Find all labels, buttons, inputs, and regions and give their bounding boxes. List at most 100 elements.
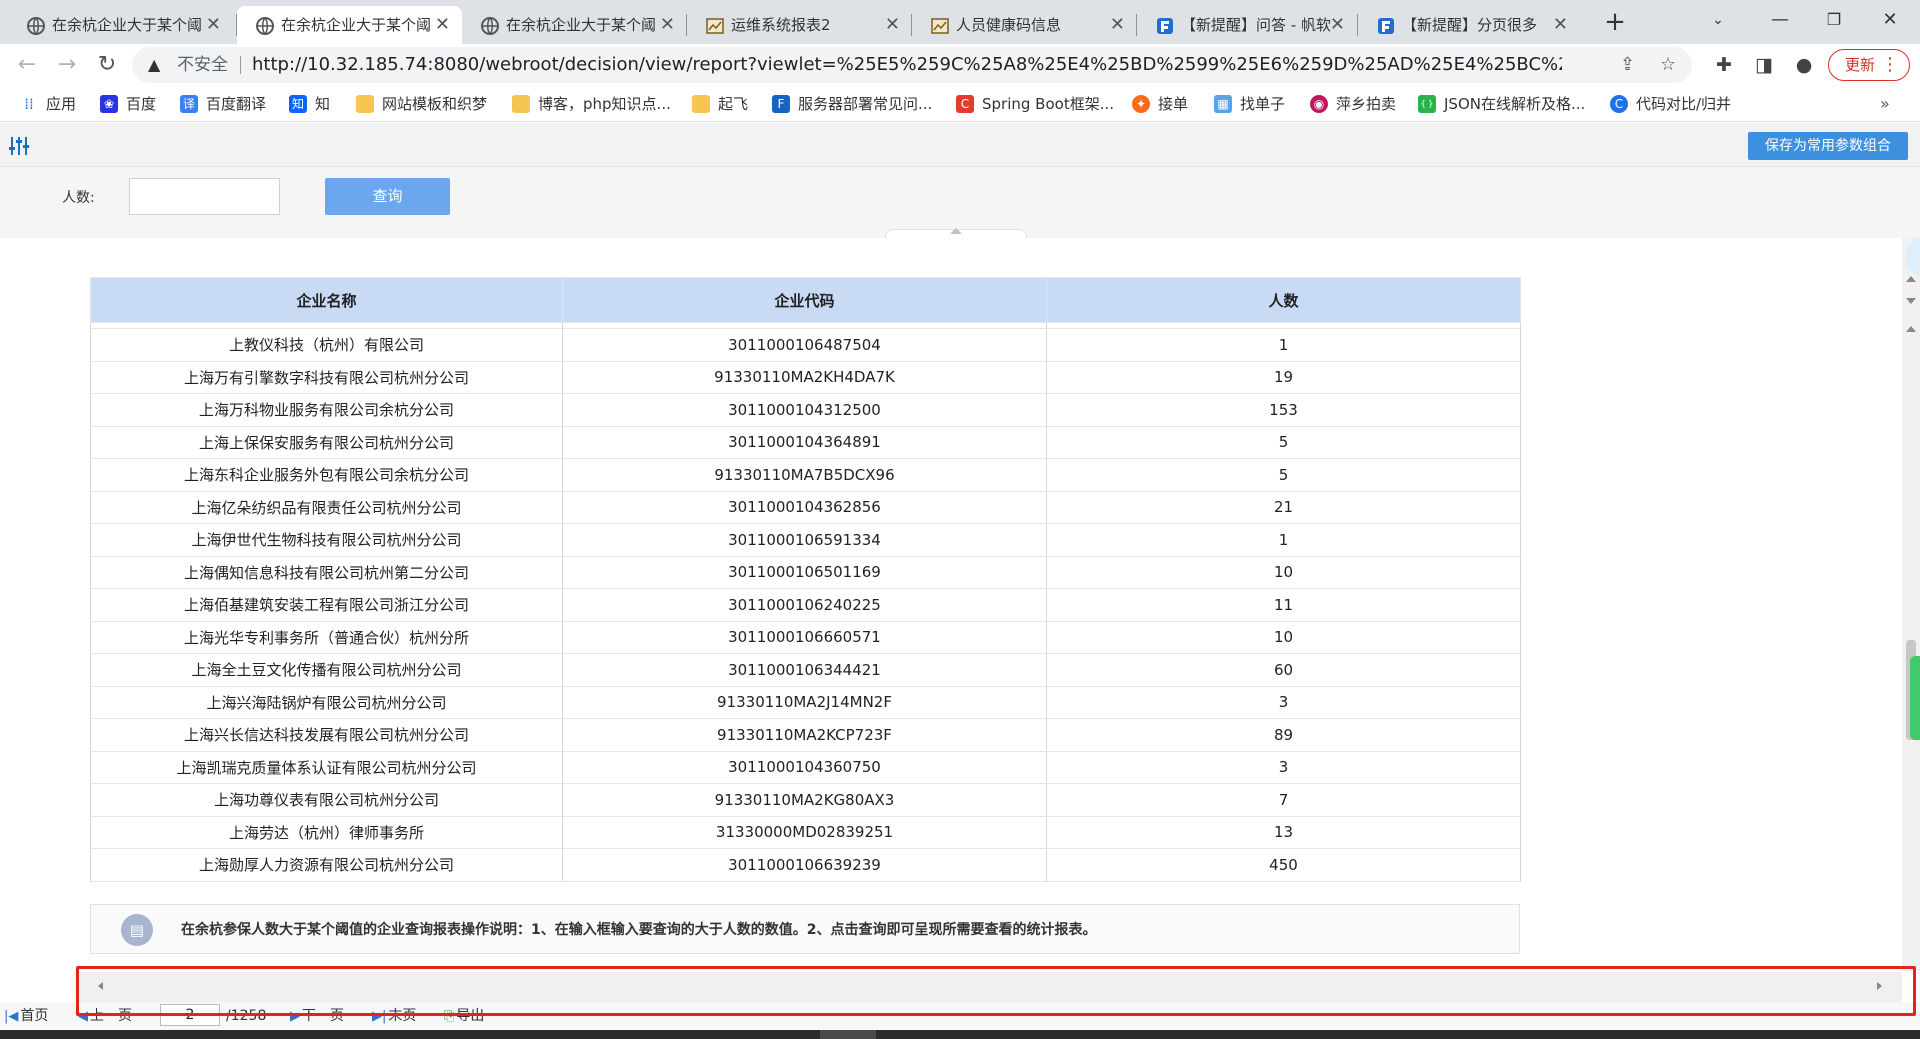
bookmark-label: 网站模板和织梦 — [382, 95, 488, 113]
update-button[interactable]: 更新 ⋮ — [1828, 49, 1910, 81]
reload-button[interactable]: ↻ — [90, 48, 124, 82]
bookmark-server-deploy[interactable]: F 服务器部署常见问... — [772, 86, 932, 122]
browser-tab-5[interactable]: 人员健康码信息 ✕ — [912, 6, 1137, 44]
browser-tab-1[interactable]: 在余杭企业大于某个阈 ✕ — [8, 6, 233, 44]
forward-button[interactable]: → — [50, 48, 84, 82]
browser-tab-6[interactable]: 【新提醒】问答 - 帆软 ✕ — [1137, 6, 1357, 44]
address-bar[interactable]: ▲ 不安全 http://10.32.185.74:8080/webroot/d… — [132, 47, 1692, 83]
folder-icon — [512, 95, 530, 113]
table-row: 上海兴海陆锅炉有限公司杭州分公司 91330110MA2J14MN2F 3 — [90, 686, 1521, 719]
side-panel-icon[interactable]: ◨ — [1748, 48, 1780, 82]
close-icon[interactable]: ✕ — [435, 6, 450, 44]
company-code-cell: 3011000104364891 — [562, 426, 1047, 459]
bookmark-translate[interactable]: 译百度翻译 — [180, 86, 266, 122]
baidu-icon: ❀ — [100, 95, 118, 113]
sliders-icon[interactable] — [8, 135, 30, 157]
close-icon[interactable]: ✕ — [885, 6, 900, 44]
bookmark-folder-takeoff[interactable]: 起飞 — [692, 86, 748, 122]
diff-icon: C — [1610, 95, 1628, 113]
back-button[interactable]: ← — [10, 48, 44, 82]
browser-tab-3[interactable]: 在余杭企业大于某个阈 ✕ — [462, 6, 687, 44]
company-name-cell: 上海偶知信息科技有限公司杭州第二分公司 — [90, 556, 563, 589]
bookmark-diff[interactable]: C 代码对比/归并 — [1610, 86, 1731, 122]
headcount-cell: 5 — [1046, 426, 1521, 459]
bookmark-orders[interactable]: ✦ 接单 — [1132, 86, 1188, 122]
company-name-cell: 上海全土豆文化传播有限公司杭州分公司 — [90, 653, 563, 687]
close-icon[interactable]: ✕ — [1110, 6, 1125, 44]
company-code-cell: 91330110MA7B5DCX96 — [562, 458, 1047, 492]
insecure-label[interactable]: 不安全 — [177, 47, 228, 83]
company-code-cell: 3011000106639239 — [562, 848, 1047, 882]
headcount-cell: 10 — [1046, 556, 1521, 589]
query-button[interactable]: 查询 — [325, 178, 450, 215]
report-table: 企业名称 企业代码 人数 上教仪科技（杭州）有限公司 30110001064875… — [90, 277, 1521, 882]
close-icon[interactable]: ✕ — [660, 6, 675, 44]
table-row: 上海伊世代生物科技有限公司杭州分公司 3011000106591334 1 — [90, 523, 1521, 557]
tab-title: 在余杭企业大于某个阈 — [506, 16, 657, 34]
table-row: 上海兴长信达科技发展有限公司杭州分公司 91330110MA2KCP723F 89 — [90, 718, 1521, 752]
headcount-cell: 10 — [1046, 621, 1521, 654]
table-row: 上海劳达（杭州）律师事务所 31330000MD02839251 13 — [90, 816, 1521, 849]
tab-title: 【新提醒】问答 - 帆软 — [1181, 16, 1331, 34]
bookmark-folder-blog[interactable]: 博客，php知识点... — [512, 86, 671, 122]
finereport-icon: F — [772, 95, 790, 113]
bookmark-spring-boot[interactable]: C Spring Boot框架... — [956, 86, 1114, 122]
browser-tab-4[interactable]: 运维系统报表2 ✕ — [687, 6, 912, 44]
bookmark-find-jobs[interactable]: ▦ 找单子 — [1214, 86, 1285, 122]
company-name-cell: 上海万有引擎数字科技有限公司杭州分公司 — [90, 361, 563, 394]
bookmark-apps[interactable]: ⁞⁞ 应用 — [20, 86, 76, 122]
bookmark-auction[interactable]: ◉ 萍乡拍卖 — [1310, 86, 1396, 122]
table-row: 上海全土豆文化传播有限公司杭州分公司 3011000106344421 60 — [90, 653, 1521, 687]
restore-button[interactable]: ❐ — [1806, 0, 1862, 40]
headcount-cell: 5 — [1046, 458, 1521, 492]
headcount-cell: 3 — [1046, 686, 1521, 719]
vertical-scrollbar[interactable] — [1902, 238, 1920, 971]
browser-tab-7[interactable]: 【新提醒】分页很多 ✕ — [1358, 6, 1580, 44]
bookmark-baidu[interactable]: ❀ 百度 — [100, 86, 156, 122]
table-row: 上海东科企业服务外包有限公司余杭分公司 91330110MA7B5DCX96 5 — [90, 458, 1521, 492]
profile-icon[interactable]: ● — [1788, 48, 1820, 82]
scroll-up-icon[interactable] — [1906, 276, 1916, 282]
extensions-icon[interactable]: ✚ — [1708, 48, 1740, 82]
bookmark-label: 应用 — [46, 95, 77, 113]
minimize-button[interactable]: — — [1752, 0, 1808, 40]
bookmark-folder-templates[interactable]: 网站模板和织梦 — [356, 86, 487, 122]
table-row: 上教仪科技（杭州）有限公司 3011000106487504 1 — [90, 328, 1521, 362]
table-row: 上海上保保安服务有限公司杭州分公司 3011000104364891 5 — [90, 426, 1521, 459]
scroll-down-icon[interactable] — [1906, 298, 1916, 304]
bookmarks-overflow-icon[interactable]: » — [1880, 86, 1890, 122]
tab-title: 在余杭企业大于某个阈 — [52, 16, 203, 34]
bookmark-zhihu[interactable]: 知知 — [289, 86, 330, 122]
close-icon[interactable]: ✕ — [1330, 6, 1345, 44]
scroll-up-icon[interactable] — [1906, 326, 1916, 332]
browser-tab-2-active[interactable]: 在余杭企业大于某个阈 ✕ — [237, 6, 462, 44]
close-icon[interactable]: ✕ — [1553, 6, 1568, 44]
bookmark-json[interactable]: { } JSON在线解析及格... — [1418, 86, 1585, 122]
bookmark-label: 接单 — [1158, 95, 1189, 113]
translate-icon: 译 — [180, 95, 198, 113]
close-window-button[interactable]: ✕ — [1862, 0, 1918, 40]
save-param-combo-button[interactable]: 保存为常用参数组合 — [1748, 132, 1908, 160]
first-page-icon: |◀ — [4, 1009, 19, 1024]
company-name-cell: 上海凯瑞克质量体系认证有限公司杭州分公司 — [90, 751, 563, 784]
share-icon[interactable]: ⇪ — [1620, 47, 1635, 83]
close-icon[interactable]: ✕ — [206, 6, 221, 44]
table-row: 上海光华专利事务所（普通合伙）杭州分所 3011000106660571 10 — [90, 621, 1521, 654]
tab-title: 【新提醒】分页很多 — [1402, 16, 1538, 34]
company-name-cell: 上教仪科技（杭州）有限公司 — [90, 328, 563, 362]
star-icon[interactable]: ☆ — [1660, 47, 1676, 83]
first-page-button[interactable]: |◀ 首页 — [4, 1002, 48, 1031]
bookmark-label: JSON在线解析及格... — [1444, 95, 1586, 113]
json-icon: { } — [1418, 95, 1436, 113]
count-input[interactable] — [129, 178, 280, 215]
url-text[interactable]: http://10.32.185.74:8080/webroot/decisio… — [252, 47, 1562, 83]
side-floating-tab[interactable] — [1910, 656, 1920, 740]
bookmark-label: 百度 — [126, 95, 157, 113]
table-row: 上海偶知信息科技有限公司杭州第二分公司 3011000106501169 10 — [90, 556, 1521, 589]
report-instructions: ▤ 在余杭参保人数大于某个阈值的企业查询报表操作说明：1、在输入框输入要查询的大… — [90, 904, 1520, 954]
tab-search-chevron-icon[interactable]: ⌄ — [1690, 0, 1746, 40]
column-header-company-name: 企业名称 — [90, 277, 563, 323]
count-label: 人数: — [62, 190, 95, 206]
report-icon — [931, 18, 949, 34]
new-tab-button[interactable]: + — [1598, 6, 1632, 40]
